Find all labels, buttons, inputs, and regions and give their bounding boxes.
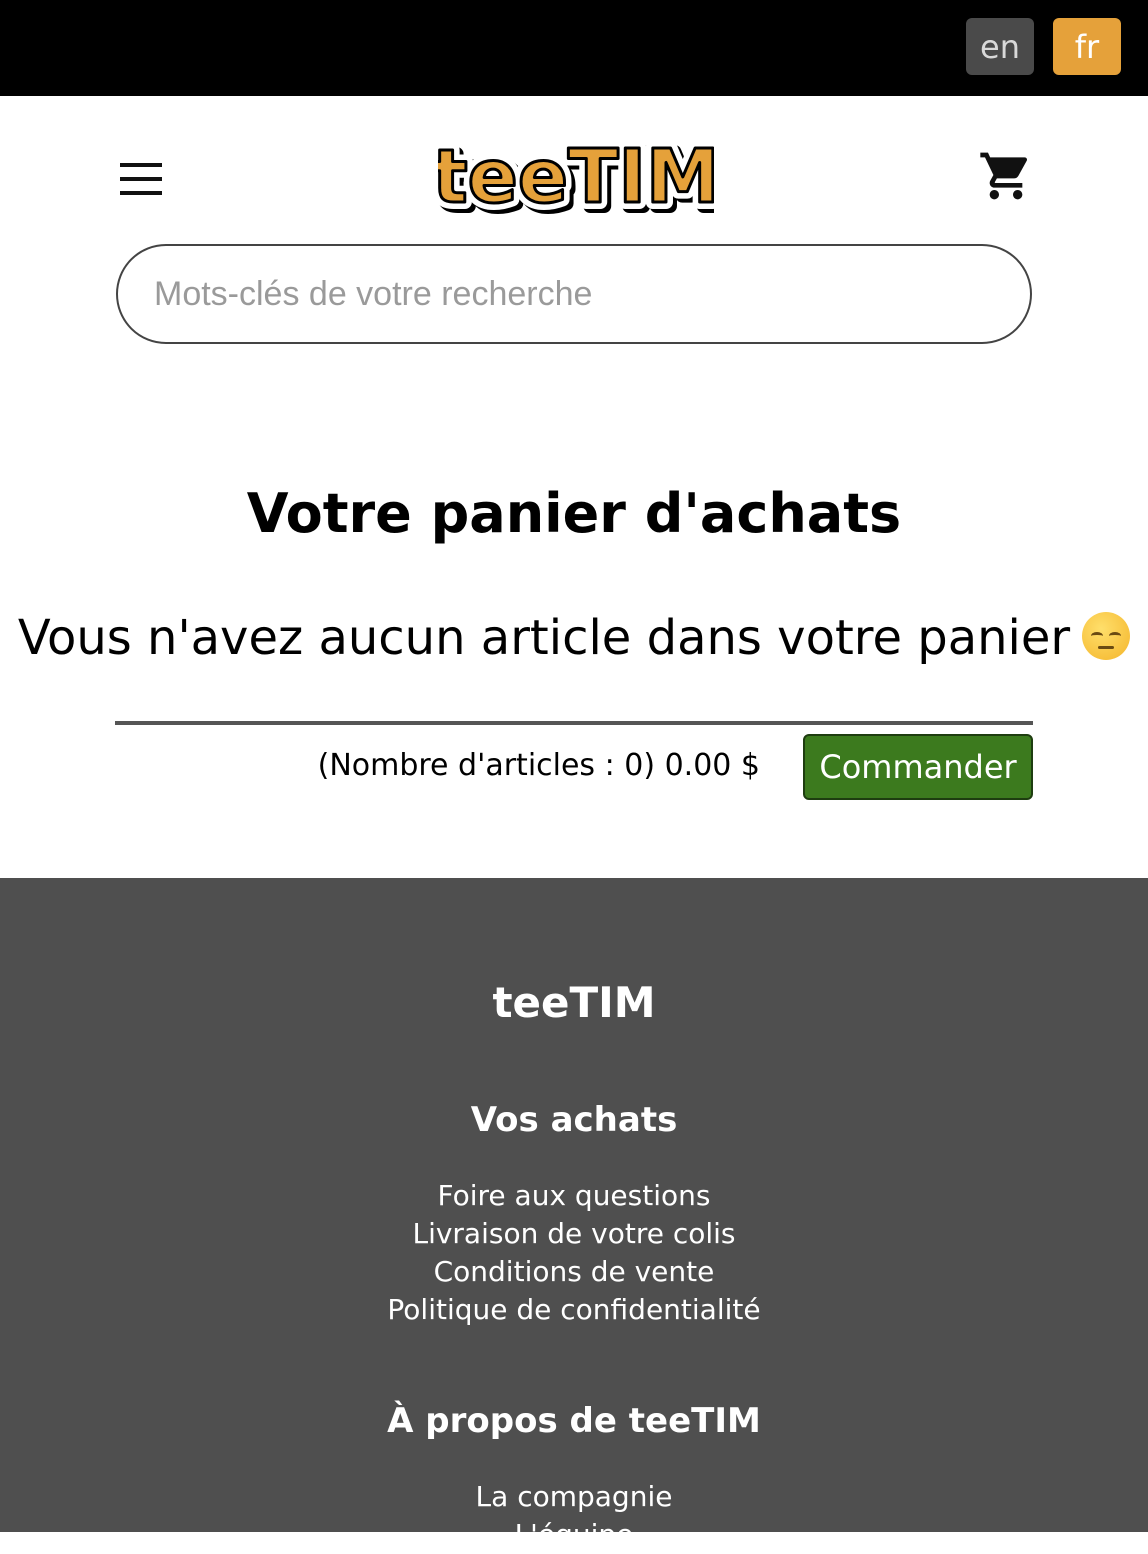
language-fr-button[interactable]: fr [1053, 18, 1121, 75]
footer-links-about: La compagnie L'équipe [0, 1478, 1148, 1554]
sad-face-emoji [1082, 612, 1131, 660]
empty-cart-text: Vous n'avez aucun article dans votre pan… [17, 610, 1071, 666]
cart-icon[interactable] [978, 148, 1034, 204]
search-input[interactable] [116, 244, 1032, 344]
page-title: Votre panier d'achats [246, 482, 902, 545]
footer-link-terms[interactable]: Conditions de vente [0, 1253, 1148, 1291]
language-en-button[interactable]: en [966, 18, 1034, 75]
menu-icon[interactable] [120, 163, 162, 195]
footer-link-shipping[interactable]: Livraison de votre colis [0, 1215, 1148, 1253]
empty-cart-message: Vous n'avez aucun article dans votre pan… [0, 610, 1148, 666]
footer-link-company[interactable]: La compagnie [0, 1478, 1148, 1516]
footer-link-team[interactable]: L'équipe [0, 1516, 1148, 1554]
cart-summary: (Nombre d'articles : 0) 0.00 $ [317, 748, 760, 783]
footer-links-purchases: Foire aux questions Livraison de votre c… [0, 1177, 1148, 1329]
top-bar: en fr [0, 0, 1148, 96]
footer: teeTIM Vos achats Foire aux questions Li… [0, 878, 1148, 1551]
divider [115, 721, 1033, 725]
footer-brand: teeTIM [492, 978, 656, 1027]
footer-heading-about: À propos de teeTIM [387, 1401, 761, 1441]
footer-link-faq[interactable]: Foire aux questions [0, 1177, 1148, 1215]
footer-heading-purchases: Vos achats [470, 1100, 678, 1140]
svg-text:teeTIM: teeTIM [438, 134, 714, 220]
footer-link-privacy[interactable]: Politique de confidentialité [0, 1291, 1148, 1329]
order-button[interactable]: Commander [803, 734, 1033, 800]
teetim-logo[interactable]: teeTIM teeTIM teeTIM [438, 124, 714, 222]
